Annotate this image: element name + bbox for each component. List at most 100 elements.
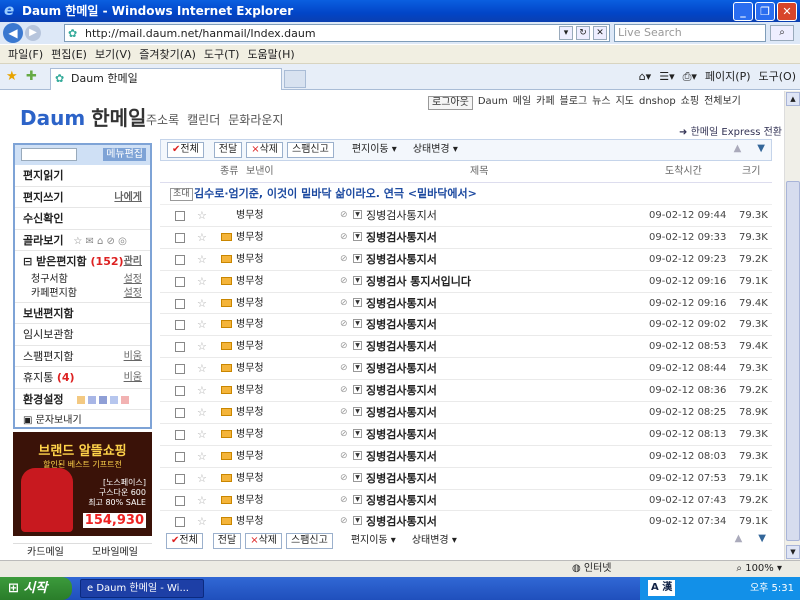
col-date[interactable]: 도착시간 xyxy=(665,161,702,183)
ad-banner[interactable]: 브랜드 알뜰쇼핑 할인된 베스트 기프트전 [노스페이스] 구스다운 600 최… xyxy=(13,432,152,536)
star-icon[interactable]: ☆ xyxy=(197,358,207,379)
gnb-link[interactable]: Daum xyxy=(478,96,508,110)
table-row[interactable]: ☆ 병무청 ⊘ ▼ 징병검사통지서 09-02-12 09:33 79.3K xyxy=(160,227,772,249)
star-icon[interactable]: ☆ xyxy=(197,205,207,226)
skin-color-swatch[interactable] xyxy=(77,395,86,404)
row-subject[interactable]: 징병검사통지서 xyxy=(366,402,437,423)
col-sender[interactable]: 보낸이 xyxy=(246,161,274,183)
scroll-down-icon[interactable]: ▼ xyxy=(786,545,800,559)
search-input[interactable]: Live Search xyxy=(614,24,766,42)
star-icon[interactable]: ☆ xyxy=(197,336,207,357)
ad-notice-row[interactable]: 초대 김수로·엄기준, 이것이 밑바닥 삶이라오. 연극 <밑바닥에서> xyxy=(160,183,772,205)
row-sender[interactable]: 병무청 xyxy=(236,358,264,379)
gnb-link[interactable]: 뉴스 xyxy=(592,96,610,110)
table-row[interactable]: ☆ 병무청 ⊘ ▼ 징병검사통지서 09-02-12 08:44 79.3K xyxy=(160,358,772,381)
star-icon[interactable]: ☆ xyxy=(197,293,207,314)
skin-color-swatch[interactable] xyxy=(88,395,97,404)
zoom-level[interactable]: ⌕ 100% ▾ xyxy=(736,561,782,577)
star-icon[interactable]: ☆ xyxy=(197,380,207,401)
row-checkbox[interactable] xyxy=(175,429,185,440)
row-subject[interactable]: 징병검사통지서 xyxy=(366,227,437,248)
table-row[interactable]: ☆ 병무청 ⊘ ▼ 징병검사통지서 09-02-12 08:13 79.3K xyxy=(160,424,772,446)
move-mail-select[interactable]: 편지이동 ▾ xyxy=(345,534,402,548)
row-checkbox[interactable] xyxy=(175,451,185,462)
row-subject[interactable]: 징병검사통지서 xyxy=(366,293,437,314)
gnb-link[interactable]: 쇼핑 xyxy=(681,96,699,110)
feed-icon[interactable]: ☰▾ xyxy=(659,70,674,84)
bills-settings-link[interactable]: 설정 xyxy=(124,273,142,287)
row-checkbox[interactable] xyxy=(175,298,185,309)
star-icon[interactable]: ☆ xyxy=(197,424,207,445)
row-checkbox[interactable] xyxy=(175,276,185,287)
table-row[interactable]: ☆ 병무청 ⊘ ▼ 징병검사통지서 09-02-12 08:25 78.9K xyxy=(160,402,772,424)
preview-dropdown-icon[interactable]: ▼ xyxy=(353,319,362,329)
tools-menu[interactable]: 도구(O) xyxy=(759,70,796,84)
add-favorite-icon[interactable]: ✚ xyxy=(26,69,37,84)
close-button[interactable]: ✕ xyxy=(777,2,797,21)
preview-dropdown-icon[interactable]: ▼ xyxy=(353,516,362,526)
trash-empty-link[interactable]: 비움 xyxy=(124,367,142,388)
row-checkbox[interactable] xyxy=(175,386,185,397)
page-menu[interactable]: 페이지(P) xyxy=(705,70,751,84)
row-sender[interactable]: 병무청 xyxy=(236,271,264,292)
row-sender[interactable]: 병무청 xyxy=(236,468,264,489)
row-sender[interactable]: 병무청 xyxy=(236,205,264,226)
vertical-scrollbar[interactable]: ▲ ▼ xyxy=(784,91,800,560)
menu-view[interactable]: 보기(V) xyxy=(91,45,135,63)
row-sender[interactable]: 병무청 xyxy=(236,336,264,357)
preview-dropdown-icon[interactable]: ▼ xyxy=(353,363,362,373)
tab-daum-mail[interactable]: ✿ Daum 한메일 xyxy=(50,68,282,90)
row-subject[interactable]: 징병검사 통지서입니다 xyxy=(366,271,471,292)
row-subject[interactable]: 징병검사통지서 xyxy=(366,205,437,226)
skin-color-swatch[interactable] xyxy=(110,395,119,404)
inbox-manage-link[interactable]: 관리 xyxy=(124,251,142,272)
star-icon[interactable]: ☆ xyxy=(197,227,207,248)
row-checkbox[interactable] xyxy=(175,211,185,221)
sidebar-item-sms[interactable]: ▣ 문자보내기 xyxy=(15,410,150,432)
card-mail-link[interactable]: 카드메일 xyxy=(27,544,64,560)
url-field[interactable]: ✿ http://mail.daum.net/hanmail/Index.dau… xyxy=(64,24,610,42)
refresh-icon[interactable]: ↻ xyxy=(576,26,590,40)
culture-lounge-link[interactable]: 문화라운지 xyxy=(228,111,283,128)
print-icon[interactable]: ⎙▾ xyxy=(683,70,697,84)
table-row[interactable]: ☆ 병무청 ⊘ ▼ 징병검사통지서 09-02-12 07:43 79.2K xyxy=(160,490,772,512)
logout-button[interactable]: 로그아웃 xyxy=(428,96,473,110)
scroll-up-icon[interactable]: ▲ xyxy=(786,92,800,106)
table-row[interactable]: ☆ 병무청 ⊘ ▼ 징병검사통지서 09-02-12 09:23 79.2K xyxy=(160,249,772,271)
row-checkbox[interactable] xyxy=(175,473,185,484)
maximize-button[interactable]: ❐ xyxy=(755,2,775,21)
prev-page-icon[interactable]: ▲ xyxy=(734,143,742,154)
start-button[interactable]: ⊞ 시작 xyxy=(0,577,72,600)
status-change-select[interactable]: 상태변경 ▾ xyxy=(407,143,464,157)
next-page-icon[interactable]: ▼ xyxy=(758,533,766,544)
collapse-icon[interactable]: ⊟ xyxy=(23,255,32,268)
gnb-link[interactable]: 메일 xyxy=(513,96,531,110)
spam-empty-link[interactable]: 비움 xyxy=(124,346,142,367)
minimize-button[interactable]: _ xyxy=(733,2,753,21)
star-icon[interactable]: ☆ xyxy=(197,446,207,467)
row-subject[interactable]: 징병검사통지서 xyxy=(366,468,437,489)
table-row[interactable]: ☆ 병무청 ⊘ ▼ 징병검사통지서 09-02-12 08:53 79.4K xyxy=(160,336,772,359)
next-page-icon[interactable]: ▼ xyxy=(757,143,765,154)
preview-dropdown-icon[interactable]: ▼ xyxy=(353,210,362,219)
preview-dropdown-icon[interactable]: ▼ xyxy=(353,450,362,460)
row-sender[interactable]: 병무청 xyxy=(236,490,264,511)
back-button[interactable]: ◀ xyxy=(3,23,23,43)
cafe-settings-link[interactable]: 설정 xyxy=(124,287,142,301)
write-to-me-link[interactable]: 나에게 xyxy=(114,187,142,208)
col-size[interactable]: 크기 xyxy=(742,161,760,183)
row-subject[interactable]: 징병검사통지서 xyxy=(366,336,437,357)
home-icon[interactable]: ⌂▾ xyxy=(639,70,652,84)
sidebar-item-temp[interactable]: 임시보관함 xyxy=(15,324,150,346)
col-subject[interactable]: 제목 xyxy=(470,161,488,183)
row-subject[interactable]: 징병검사통지서 xyxy=(366,446,437,467)
preview-dropdown-icon[interactable]: ▼ xyxy=(353,253,362,263)
row-checkbox[interactable] xyxy=(175,517,185,528)
filter-icons[interactable]: ☆ ✉ ⌂ ⊘ ◎ xyxy=(73,236,127,247)
sidebar-item-inbox[interactable]: ⊟ 받은편지함 (152) 관리 xyxy=(15,251,150,273)
row-subject[interactable]: 징병검사통지서 xyxy=(366,490,437,511)
row-subject[interactable]: 징병검사통지서 xyxy=(366,314,437,335)
sidebar-item-trash[interactable]: 휴지통 (4) 비움 xyxy=(15,367,150,389)
taskbar-ie-window[interactable]: e Daum 한메일 - Wi... xyxy=(80,579,204,598)
star-icon[interactable]: ☆ xyxy=(197,271,207,292)
